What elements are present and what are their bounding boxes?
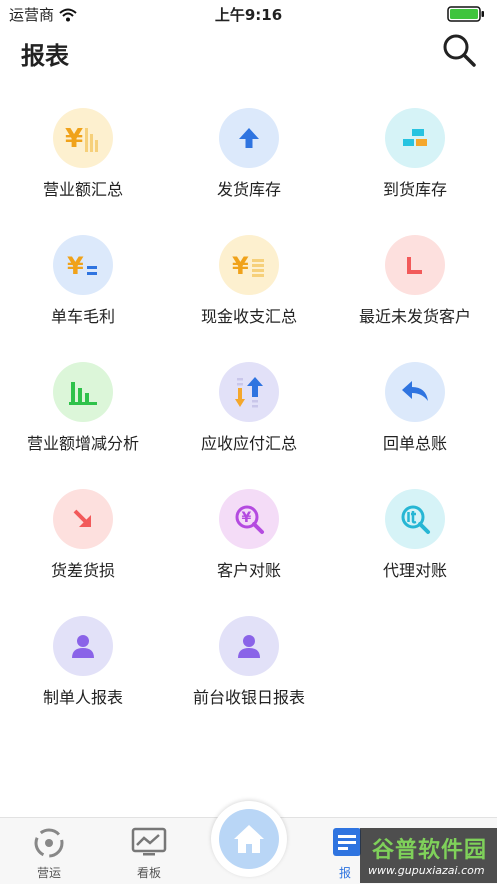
tile-icon-bg (219, 616, 279, 676)
report-tile-receipt-ledger[interactable]: 回单总账 (332, 358, 497, 468)
person-icon (238, 635, 260, 658)
stock-blocks-icon (403, 129, 427, 146)
tile-icon-bg (219, 108, 279, 168)
report-tile-arrival-stock[interactable]: 到货库存 (332, 104, 497, 214)
watermark-url: www.gupuxiazai.com (368, 864, 485, 877)
report-tile-recent-unshipped-customers[interactable]: 最近未发货客户 (332, 231, 497, 341)
tile-label: 单车毛利 (50, 307, 115, 326)
bar-chart-icon (69, 382, 97, 405)
yen-minus-icon: ¥ (67, 252, 97, 280)
tile-label: 回单总账 (382, 434, 447, 453)
home-button-inner (219, 809, 279, 869)
search-button[interactable] (440, 31, 478, 69)
tile-label: 最近未发货客户 (358, 307, 471, 326)
tile-icon-bg (385, 489, 445, 549)
tile-icon-bg (385, 108, 445, 168)
report-icon (333, 828, 361, 856)
tile-icon-bg: ¥ (219, 235, 279, 295)
svg-text:¥: ¥ (65, 124, 83, 154)
tile-label: 营业额汇总 (42, 180, 123, 199)
yen-search-icon: ¥ (235, 505, 264, 534)
tile-label: 代理对账 (382, 561, 447, 580)
tile-label: 现金收支汇总 (200, 307, 297, 326)
report-tile-shipping-stock[interactable]: 发货库存 (166, 104, 332, 214)
status-time: 上午9:16 (214, 6, 283, 24)
tile-icon-bg: ¥ (53, 235, 113, 295)
tile-icon-bg (53, 616, 113, 676)
cash-coins-icon: ¥ (232, 252, 264, 280)
operations-icon (34, 828, 64, 858)
tile-label: 前台收银日报表 (192, 688, 305, 707)
watermark-title: 谷普软件园 (372, 838, 488, 863)
svg-text:¥: ¥ (242, 510, 252, 526)
report-tile-cargo-damage[interactable]: 货差货损 (0, 485, 166, 595)
page-title: 报表 (21, 42, 69, 70)
report-tile-cash-summary[interactable]: ¥ 现金收支汇总 (166, 231, 332, 341)
report-tile-revenue-change-analysis[interactable]: 营业额增减分析 (0, 358, 166, 468)
tile-icon-bg (385, 362, 445, 422)
tile-label: 货差货损 (50, 561, 115, 580)
report-tile-receivable-payable-summary[interactable]: 应收应付汇总 (166, 358, 332, 468)
updown-arrows-icon (235, 377, 263, 408)
tile-label: 营业额增减分析 (26, 434, 139, 453)
status-bar: 运营商 上午9:16 (0, 0, 497, 28)
tile-icon-bg: ¥ (219, 489, 279, 549)
tile-icon-bg (53, 489, 113, 549)
search-icon (443, 34, 476, 67)
battery-icon (447, 6, 484, 22)
report-tile-customer-reconciliation[interactable]: ¥ 客户对账 (166, 485, 332, 595)
tab-label: 看板 (136, 866, 161, 880)
dashboard-icon (131, 827, 167, 856)
tab-label: 营运 (36, 866, 61, 880)
home-icon (234, 825, 264, 853)
tile-icon-bg (53, 362, 113, 422)
page-header: 报表 (0, 28, 497, 74)
tile-label: 制单人报表 (42, 688, 123, 707)
tile-icon-bg (219, 362, 279, 422)
revenue-summary-icon: ¥ (65, 124, 98, 154)
report-tile-revenue-summary[interactable]: ¥ 营业额汇总 (0, 104, 166, 214)
tile-label: 应收应付汇总 (200, 434, 297, 453)
tile-label: 到货库存 (382, 180, 447, 199)
tile-label: 发货库存 (216, 180, 281, 199)
report-tile-front-desk-daily-report[interactable]: 前台收银日报表 (166, 612, 332, 722)
tile-icon-bg (385, 235, 445, 295)
l-shape-icon (407, 257, 422, 274)
upload-arrow-icon (239, 128, 259, 148)
tile-icon-bg: ¥ (53, 108, 113, 168)
person-icon (72, 635, 94, 658)
watermark-logo: 谷普软件园 www.gupuxiazai.com (360, 828, 497, 883)
home-button[interactable] (211, 801, 287, 877)
reply-arrow-icon (402, 381, 428, 401)
down-right-arrow-icon (73, 509, 91, 527)
it-search-icon (401, 505, 430, 534)
tab-operations[interactable]: 营运 (14, 818, 84, 884)
report-tile-creator-report[interactable]: 制单人报表 (0, 612, 166, 722)
svg-text:¥: ¥ (67, 252, 84, 280)
report-tile-vehicle-gross-profit[interactable]: ¥ 单车毛利 (0, 231, 166, 341)
tile-label: 客户对账 (216, 561, 281, 580)
tab-dashboard[interactable]: 看板 (114, 818, 184, 884)
svg-text:¥: ¥ (232, 252, 249, 280)
report-tile-agent-reconciliation[interactable]: 代理对账 (332, 485, 497, 595)
